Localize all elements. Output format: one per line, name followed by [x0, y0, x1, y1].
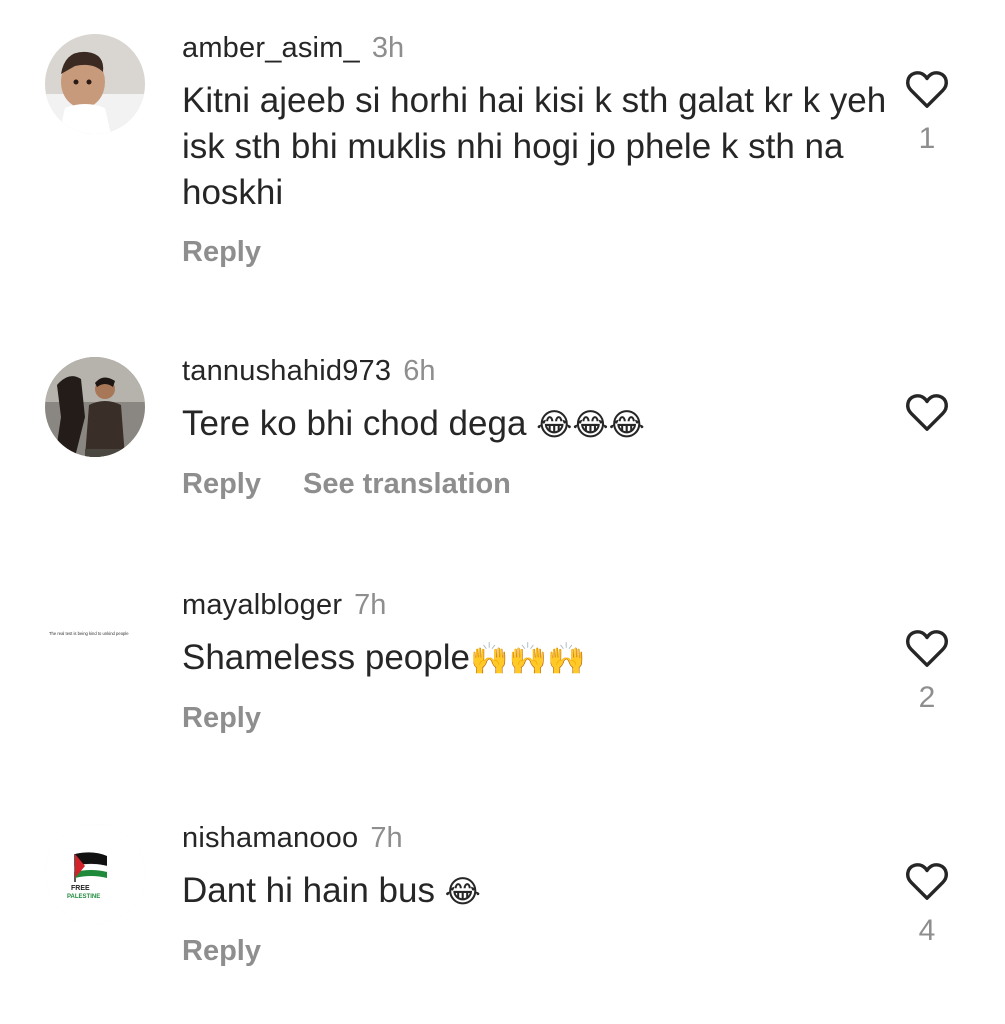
- comment-header: mayalbloger 7h: [182, 587, 895, 623]
- comment-text-content: Dant hi hain bus: [182, 871, 445, 910]
- avatar-quote-text: The real test is being kind to unkind pe…: [49, 631, 129, 636]
- comment-header: tannushahid973 6h: [182, 353, 895, 389]
- avatar-tannushahid973[interactable]: [45, 357, 145, 457]
- like-control: [900, 391, 954, 479]
- comment-text-content: Tere ko bhi chod dega: [182, 404, 537, 443]
- heart-outline-icon[interactable]: [904, 391, 950, 433]
- reply-button[interactable]: Reply: [182, 236, 261, 268]
- comment-text: Tere ko bhi chod dega 😂😂😂: [182, 401, 895, 448]
- heart-outline-icon[interactable]: [904, 860, 950, 902]
- comment-text-content: Shameless people: [182, 638, 470, 677]
- like-count: [900, 445, 954, 479]
- raising-hands-emoji-icon: 🙌🙌🙌: [469, 641, 586, 677]
- palestine-flag-avatar-icon: FREE PALESTINE: [45, 824, 145, 924]
- comment-body: tannushahid973 6h Tere ko bhi chod dega 😂…: [182, 353, 895, 502]
- comment-header: amber_asim_ 3h: [182, 30, 895, 66]
- comment-body: nishamanooo 7h Dant hi hain bus 😂 Reply: [182, 820, 895, 969]
- comment-header: nishamanooo 7h: [182, 820, 895, 856]
- reply-button[interactable]: Reply: [182, 468, 261, 500]
- username[interactable]: amber_asim_: [182, 32, 360, 64]
- username[interactable]: nishamanooo: [182, 822, 358, 854]
- comment-body: mayalbloger 7h Shameless people🙌🙌🙌 Reply: [182, 587, 895, 736]
- username[interactable]: tannushahid973: [182, 355, 391, 387]
- comment-actions: Reply: [182, 234, 895, 270]
- like-control: 4: [900, 860, 954, 948]
- comment-text: Kitni ajeeb si horhi hai kisi k sth gala…: [182, 78, 895, 216]
- avatar-palestine-text: PALESTINE: [67, 894, 100, 900]
- like-control: 1: [900, 68, 954, 156]
- timestamp: 3h: [371, 32, 405, 64]
- see-translation-button[interactable]: See translation: [303, 468, 511, 500]
- username[interactable]: mayalbloger: [182, 589, 342, 621]
- avatar-nishamanooo[interactable]: FREE PALESTINE: [45, 824, 145, 924]
- reply-button[interactable]: Reply: [182, 702, 261, 734]
- heart-outline-icon[interactable]: [904, 68, 950, 110]
- avatar-free-text: FREE: [71, 885, 90, 892]
- avatar-amber-asim[interactable]: [45, 34, 145, 134]
- timestamp: 6h: [403, 355, 436, 387]
- like-count: 2: [918, 681, 936, 714]
- comment-text-content: Kitni ajeeb si horhi hai kisi k sth gala…: [182, 81, 887, 212]
- heart-outline-icon[interactable]: [904, 627, 950, 669]
- like-count: 1: [918, 122, 936, 155]
- like-control: 2: [900, 627, 954, 715]
- like-count: 4: [918, 914, 936, 947]
- timestamp: 7h: [370, 822, 403, 854]
- comment-actions: Reply: [182, 933, 895, 969]
- man-with-horse-photo-icon: [45, 357, 145, 457]
- comment-text: Dant hi hain bus 😂: [182, 868, 895, 915]
- comment-actions: Reply See translation: [182, 466, 895, 502]
- baby-photo-icon: [45, 34, 145, 134]
- timestamp: 7h: [354, 589, 387, 621]
- reply-button[interactable]: Reply: [182, 935, 261, 967]
- avatar-mayalbloger[interactable]: The real test is being kind to unkind pe…: [45, 591, 145, 691]
- laughing-emoji-icon: 😂: [444, 874, 481, 910]
- comment-body: amber_asim_ 3h Kitni ajeeb si horhi hai k…: [182, 30, 895, 270]
- quote-text-avatar-icon: The real test is being kind to unkind pe…: [45, 591, 145, 691]
- comment-actions: Reply: [182, 700, 895, 736]
- comment-text: Shameless people🙌🙌🙌: [182, 635, 895, 682]
- laughing-emoji-icon: 😂😂😂: [536, 407, 645, 443]
